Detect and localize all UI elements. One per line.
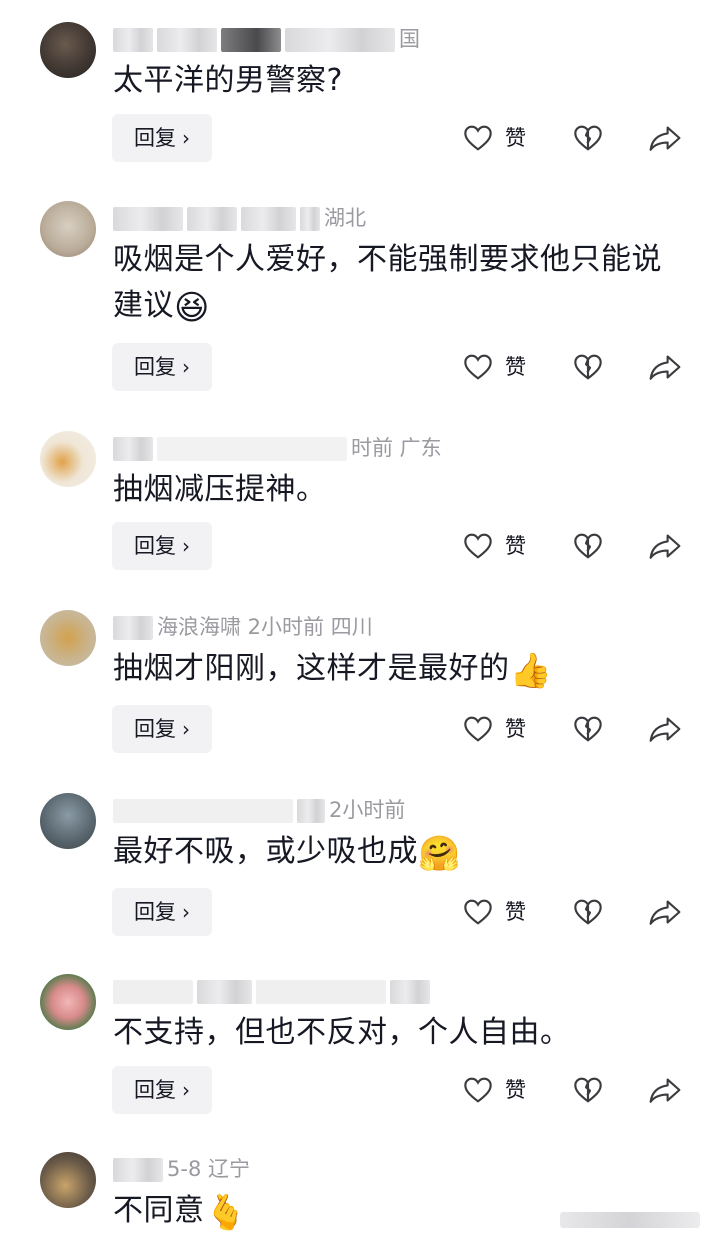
comment-meta: 国 <box>113 24 420 54</box>
watermark <box>560 1212 700 1228</box>
comment-location: 2小时前 <box>329 798 406 822</box>
share-icon[interactable] <box>648 896 682 928</box>
broken-heart-icon[interactable] <box>572 713 604 745</box>
avatar[interactable] <box>40 974 96 1030</box>
avatar[interactable] <box>40 201 96 257</box>
broken-heart-icon[interactable] <box>572 896 604 928</box>
avatar[interactable] <box>40 1152 96 1208</box>
comment-location: 海浪海啸 2小时前 四川 <box>157 615 373 639</box>
heart-icon[interactable] <box>462 351 494 383</box>
like-label[interactable]: 赞 <box>505 1066 526 1114</box>
comment-text: 吸烟是个人爱好，不能强制要求他只能说建议😆 <box>113 242 662 328</box>
broken-heart-icon[interactable] <box>572 1074 604 1106</box>
hugging-emoji: 🤗 <box>418 834 461 874</box>
comment-actions: 赞 <box>0 522 715 570</box>
comment-text: 抽烟才阳刚，这样才是最好的👍 <box>113 651 553 691</box>
like-label[interactable]: 赞 <box>505 114 526 162</box>
comment-location: 国 <box>399 27 420 51</box>
comment-text: 最好不吸，或少吸也成🤗 <box>113 834 461 874</box>
comment-text: 抽烟减压提神。 <box>113 472 327 507</box>
comment-meta: 湖北 <box>113 203 366 233</box>
broken-heart-icon[interactable] <box>572 530 604 562</box>
comment-meta <box>113 976 434 1006</box>
avatar[interactable] <box>40 610 96 666</box>
comment-location: 时前 广东 <box>351 436 442 460</box>
comment-meta: 海浪海啸 2小时前 四川 <box>113 612 373 642</box>
heart-icon[interactable] <box>462 122 494 154</box>
laughing-emoji: 😆 <box>174 288 210 328</box>
avatar[interactable] <box>40 793 96 849</box>
like-label[interactable]: 赞 <box>505 343 526 391</box>
avatar[interactable] <box>40 22 96 78</box>
comment-meta: 时前 广东 <box>113 433 442 463</box>
share-icon[interactable] <box>648 351 682 383</box>
comment-location: 5-8 辽宁 <box>167 1157 250 1181</box>
heart-icon[interactable] <box>462 530 494 562</box>
comment-text: 不支持，但也不反对，个人自由。 <box>113 1015 571 1050</box>
thumbs-up-emoji: 👍 <box>509 651 553 691</box>
heart-icon[interactable] <box>462 1074 494 1106</box>
heart-icon[interactable] <box>462 713 494 745</box>
share-icon[interactable] <box>648 1074 682 1106</box>
broken-heart-icon[interactable] <box>572 122 604 154</box>
comment-actions: 赞 <box>0 1066 715 1114</box>
comment-meta: 5-8 辽宁 <box>113 1154 250 1184</box>
comment-actions: 赞 <box>0 705 715 753</box>
like-label[interactable]: 赞 <box>505 888 526 936</box>
comment-actions: 赞 <box>0 888 715 936</box>
share-icon[interactable] <box>648 530 682 562</box>
comment-location: 湖北 <box>324 206 366 230</box>
like-label[interactable]: 赞 <box>505 522 526 570</box>
share-icon[interactable] <box>648 122 682 154</box>
broken-heart-icon[interactable] <box>572 351 604 383</box>
finger-heart-emoji: 🫰 <box>204 1193 248 1233</box>
avatar[interactable] <box>40 431 96 487</box>
comment-actions: 赞 <box>0 114 715 162</box>
like-label[interactable]: 赞 <box>505 705 526 753</box>
heart-icon[interactable] <box>462 896 494 928</box>
share-icon[interactable] <box>648 713 682 745</box>
comment-text: 太平洋的男警察? <box>113 63 343 98</box>
comment-meta: 2小时前 <box>113 795 405 825</box>
comment-actions: 赞 <box>0 343 715 391</box>
